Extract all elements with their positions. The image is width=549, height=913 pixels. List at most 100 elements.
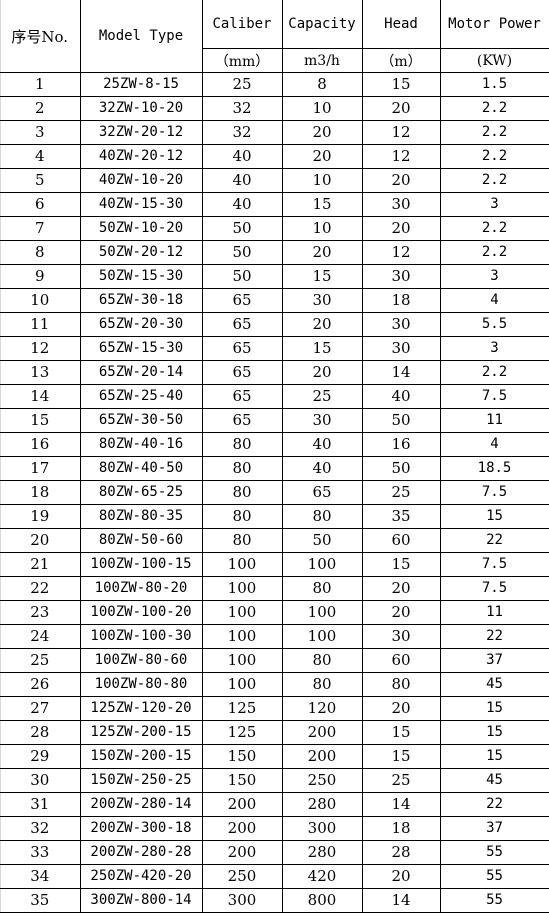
cell-model-type: 25ZW-8-15: [79, 72, 203, 97]
cell-motor-power: 4: [439, 288, 549, 313]
cell-capacity: 80: [281, 504, 363, 529]
cell-model-type: 50ZW-20-12: [79, 240, 203, 265]
cell-no: 35: [0, 888, 81, 913]
cell-capacity: 40: [281, 432, 363, 457]
cell-motor-power: 7.5: [439, 384, 549, 409]
cell-caliber: 40: [201, 192, 283, 217]
table-row: 21 100ZW-100-15 100 100 15 7.5: [0, 552, 549, 577]
cell-model-type: 100ZW-80-20: [79, 576, 203, 601]
cell-caliber: 32: [201, 120, 283, 145]
table-row: 34 250ZW-420-20 250 420 20 55: [0, 864, 549, 889]
cell-model-type: 80ZW-40-50: [79, 456, 203, 481]
cell-capacity: 15: [281, 192, 363, 217]
cell-no: 17: [0, 456, 81, 481]
header-model-type: Model Type: [79, 0, 203, 73]
cell-no: 28: [0, 720, 81, 745]
cell-head: 16: [361, 432, 441, 457]
cell-caliber: 50: [201, 240, 283, 265]
cell-motor-power: 7.5: [439, 552, 549, 577]
cell-head: 12: [361, 144, 441, 169]
cell-head: 30: [361, 192, 441, 217]
cell-caliber: 200: [201, 792, 283, 817]
header-no: 序号No.: [0, 0, 81, 73]
cell-model-type: 200ZW-280-28: [79, 840, 203, 865]
cell-motor-power: 7.5: [439, 576, 549, 601]
cell-model-type: 40ZW-20-12: [79, 144, 203, 169]
cell-no: 13: [0, 360, 81, 385]
cell-motor-power: 55: [439, 840, 549, 865]
cell-head: 20: [361, 600, 441, 625]
cell-capacity: 120: [281, 696, 363, 721]
cell-head: 28: [361, 840, 441, 865]
cell-caliber: 32: [201, 96, 283, 121]
cell-no: 8: [0, 240, 81, 265]
cell-motor-power: 3: [439, 336, 549, 361]
cell-head: 12: [361, 120, 441, 145]
cell-capacity: 30: [281, 288, 363, 313]
cell-model-type: 50ZW-15-30: [79, 264, 203, 289]
cell-motor-power: 45: [439, 672, 549, 697]
cell-caliber: 100: [201, 648, 283, 673]
cell-head: 60: [361, 528, 441, 553]
cell-motor-power: 2.2: [439, 168, 549, 193]
cell-no: 30: [0, 768, 81, 793]
cell-no: 15: [0, 408, 81, 433]
table-row: 1 25ZW-8-15 25 8 15 1.5: [0, 72, 549, 97]
table-row: 18 80ZW-65-25 80 65 25 7.5: [0, 480, 549, 505]
cell-motor-power: 15: [439, 720, 549, 745]
cell-caliber: 65: [201, 312, 283, 337]
cell-caliber: 65: [201, 360, 283, 385]
cell-no: 14: [0, 384, 81, 409]
table-row: 17 80ZW-40-50 80 40 50 18.5: [0, 456, 549, 481]
table-row: 13 65ZW-20-14 65 20 14 2.2: [0, 360, 549, 385]
table-row: 22 100ZW-80-20 100 80 20 7.5: [0, 576, 549, 601]
cell-head: 20: [361, 864, 441, 889]
cell-motor-power: 55: [439, 864, 549, 889]
cell-head: 20: [361, 696, 441, 721]
cell-capacity: 30: [281, 408, 363, 433]
cell-motor-power: 55: [439, 888, 549, 913]
cell-motor-power: 45: [439, 768, 549, 793]
cell-head: 50: [361, 456, 441, 481]
cell-motor-power: 15: [439, 696, 549, 721]
cell-model-type: 80ZW-65-25: [79, 480, 203, 505]
cell-head: 30: [361, 264, 441, 289]
cell-capacity: 80: [281, 672, 363, 697]
cell-no: 22: [0, 576, 81, 601]
cell-capacity: 10: [281, 216, 363, 241]
cell-motor-power: 5.5: [439, 312, 549, 337]
cell-model-type: 250ZW-420-20: [79, 864, 203, 889]
cell-head: 20: [361, 168, 441, 193]
table-body: 1 25ZW-8-15 25 8 15 1.5 2 32ZW-10-20 32 10 20 2.2 3 3…: [0, 72, 549, 913]
table-row: 23 100ZW-100-20 100 100 20 11: [0, 600, 549, 625]
table-row: 6 40ZW-15-30 40 15 30 3: [0, 192, 549, 217]
cell-no: 2: [0, 96, 81, 121]
cell-head: 60: [361, 648, 441, 673]
cell-motor-power: 1.5: [439, 72, 549, 97]
cell-head: 20: [361, 576, 441, 601]
cell-model-type: 100ZW-100-15: [79, 552, 203, 577]
cell-capacity: 800: [281, 888, 363, 913]
cell-head: 30: [361, 336, 441, 361]
unit-caliber: （mm）: [202, 48, 283, 73]
cell-motor-power: 11: [439, 600, 549, 625]
cell-no: 6: [0, 192, 81, 217]
cell-motor-power: 2.2: [439, 360, 549, 385]
pump-spec-table: 序号No. Model Type Caliber Capacity Head M…: [0, 0, 549, 913]
cell-capacity: 65: [281, 480, 363, 505]
cell-motor-power: 22: [439, 624, 549, 649]
cell-model-type: 65ZW-15-30: [79, 336, 203, 361]
table-row: 16 80ZW-40-16 80 40 16 4: [0, 432, 549, 457]
cell-head: 15: [361, 552, 441, 577]
cell-caliber: 250: [201, 864, 283, 889]
table-row: 20 80ZW-50-60 80 50 60 22: [0, 528, 549, 553]
cell-head: 30: [361, 312, 441, 337]
cell-caliber: 80: [201, 528, 283, 553]
cell-capacity: 15: [281, 264, 363, 289]
cell-model-type: 200ZW-280-14: [79, 792, 203, 817]
cell-no: 18: [0, 480, 81, 505]
cell-model-type: 65ZW-20-30: [79, 312, 203, 337]
cell-model-type: 32ZW-20-12: [79, 120, 203, 145]
cell-motor-power: 2.2: [439, 216, 549, 241]
cell-motor-power: 15: [439, 744, 549, 769]
